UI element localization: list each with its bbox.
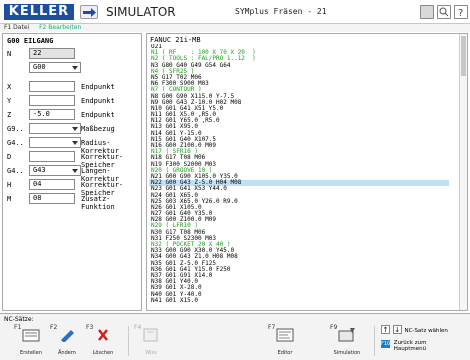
field-description: Endpunkt xyxy=(81,97,115,105)
menu-item-datei[interactable]: F1 Datei xyxy=(4,24,29,31)
keller-logo: KELLER xyxy=(4,4,74,20)
fkey-label: F7 xyxy=(268,324,276,331)
controller-title: FANUC 21i-MB xyxy=(150,36,201,44)
length-correction-select[interactable]: G43 xyxy=(29,165,81,176)
field-row-d: D Korrektur-Speicher xyxy=(3,151,143,169)
field-label: M xyxy=(7,195,12,203)
create-block-icon xyxy=(22,329,40,342)
field-row-x: X Endpunkt xyxy=(3,81,143,93)
fkey-label: F4 xyxy=(134,324,142,331)
fkey-caption: Löschen xyxy=(92,350,114,356)
dimension-reference-select[interactable] xyxy=(29,123,81,134)
arrow-up-icon[interactable]: ↑ xyxy=(381,325,390,334)
field-row-gcode: G00 xyxy=(3,62,143,74)
help-icon[interactable]: ? xyxy=(454,5,468,19)
app-header: KELLER SIMULATOR SYMplus Fräsen - 21 ? xyxy=(0,0,470,24)
delete-x-icon xyxy=(98,329,108,341)
field-label: G4.. xyxy=(7,139,24,147)
chevron-down-icon xyxy=(72,66,78,70)
chevron-down-icon xyxy=(72,141,78,145)
gcode-select[interactable]: G00 xyxy=(29,62,81,73)
field-label: H xyxy=(7,181,12,189)
nc-line[interactable]: N41 G01 X15.0 xyxy=(149,297,449,304)
field-label: G4.. xyxy=(7,167,24,175)
auxiliary-function-input[interactable]: 08 xyxy=(29,193,75,204)
search-icon[interactable] xyxy=(437,5,451,19)
chevron-down-icon xyxy=(72,169,78,173)
fkey-label: F9 xyxy=(330,324,338,331)
field-row-g4-length: G4.. G43 Längen-Korrektur xyxy=(3,165,143,183)
arrow-down-icon[interactable]: ↓ xyxy=(392,325,402,334)
radius-correction-select[interactable] xyxy=(29,137,81,148)
block-editor-panel: G00 EILGANG N 22 G00 X Endpunkt Y Endpun… xyxy=(2,33,142,311)
field-description: Endpunkt xyxy=(81,111,115,119)
editor-icon xyxy=(276,328,294,342)
field-row-g9: G9.. Maßbezug xyxy=(3,123,143,135)
book-icon xyxy=(143,328,158,342)
fkey-label: F1 xyxy=(14,324,22,331)
field-row-m: M 08 Zusatz-Funktion xyxy=(3,193,143,211)
editor-button[interactable]: F7 Editor xyxy=(268,324,302,358)
correction-memory-d-input[interactable] xyxy=(29,151,75,162)
menu-item-bearbeiten[interactable]: F2 Bearbeiten xyxy=(39,24,81,31)
nc-program-panel: FANUC 21i-MB O21 N1 ( RF : 100 X 70 X 20 … xyxy=(146,33,468,311)
simulator-mode-button[interactable] xyxy=(80,5,98,19)
delete-button[interactable]: F3 Löschen xyxy=(86,324,120,358)
y-endpoint-input[interactable] xyxy=(29,95,75,106)
svg-text:?: ? xyxy=(458,8,463,18)
field-description: Zusatz-Funktion xyxy=(81,195,115,211)
chevron-down-icon xyxy=(72,127,78,131)
field-label: N xyxy=(7,50,12,58)
field-row-h: H 04 Korrektur-Speicher xyxy=(3,179,143,197)
select-value: G43 xyxy=(33,166,46,174)
field-row-z: Z -5.0 Endpunkt xyxy=(3,109,143,121)
block-number-field: 22 xyxy=(29,48,75,59)
document-title: SYMplus Fräsen - 21 xyxy=(235,7,327,16)
window-icon[interactable] xyxy=(420,5,434,19)
fkey-caption: Wiss xyxy=(145,350,157,356)
field-label: X xyxy=(7,83,12,91)
x-endpoint-input[interactable] xyxy=(29,81,75,92)
field-row-g4-radius: G4.. Radius-Korrektur xyxy=(3,137,143,155)
field-label: G9.. xyxy=(7,125,24,133)
edit-pencil-icon xyxy=(61,330,74,342)
scrollbar-thumb[interactable] xyxy=(461,36,466,76)
function-key-bar: NC-Sätze: F1 Erstellen F2 Ändern F3 Lösc… xyxy=(0,313,470,360)
fkey-caption: Editor xyxy=(277,350,293,356)
fkey-label: F3 xyxy=(86,324,94,331)
menu-strip: F1 Datei F2 Bearbeiten xyxy=(0,24,470,32)
field-label: Y xyxy=(7,97,12,105)
simulation-icon xyxy=(338,328,355,342)
fkey-caption: Simulation xyxy=(333,350,361,356)
gcode-select-value: G00 xyxy=(33,63,46,71)
field-label: Z xyxy=(7,111,12,119)
simulation-button[interactable]: F9 Simulation xyxy=(330,324,364,358)
field-row-y: Y Endpunkt xyxy=(3,95,143,107)
z-endpoint-input[interactable]: -5.0 xyxy=(29,109,75,120)
back-to-main-menu-button[interactable]: F10 Zurück zum Hauptmenü xyxy=(381,340,426,352)
edit-button[interactable]: F2 Ändern xyxy=(50,324,84,358)
nc-blocks-label: NC-Sätze: xyxy=(4,316,34,323)
field-description: Endpunkt xyxy=(81,83,115,91)
fkey-label: F2 xyxy=(50,324,58,331)
mode-label: SIMULATOR xyxy=(106,5,176,19)
field-description: Maßbezug xyxy=(81,125,115,133)
block-select-label: NC-Satz wählen xyxy=(404,328,448,334)
arrow-right-icon xyxy=(83,8,96,17)
correction-memory-h-input[interactable]: 04 xyxy=(29,179,75,190)
f10-key: F10 xyxy=(381,340,391,348)
field-label: D xyxy=(7,153,12,161)
nc-code-list[interactable]: O21 N1 ( RF : 100 X 70 X 20 ) N2 ( TOOLS :… xyxy=(149,44,449,310)
panel-title: G00 EILGANG xyxy=(7,37,54,45)
create-button[interactable]: F1 Erstellen xyxy=(14,324,48,358)
block-select-nav: ↑ ↓ NC-Satz wählen xyxy=(381,325,448,334)
field-row-n: N 22 xyxy=(3,48,143,60)
divider xyxy=(374,326,375,356)
knowledge-button[interactable]: F4 Wiss xyxy=(134,324,168,358)
code-scrollbar[interactable] xyxy=(459,34,467,310)
back-label-line2: Hauptmenü xyxy=(393,346,427,352)
